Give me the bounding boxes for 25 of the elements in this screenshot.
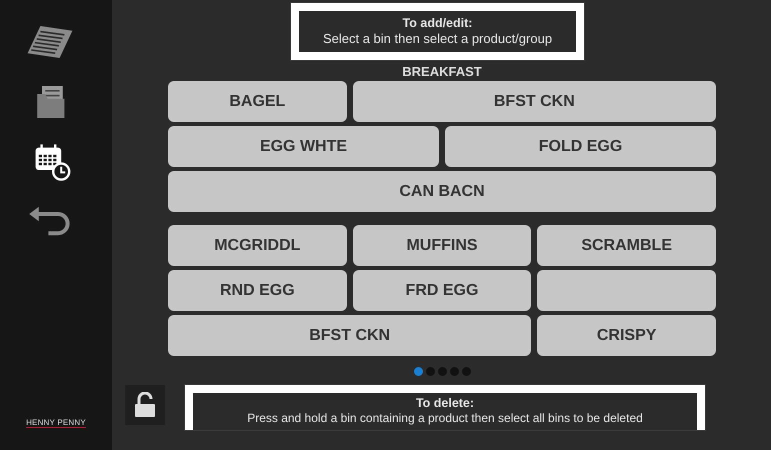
product-bin[interactable]: EGG WHTE (168, 126, 439, 167)
product-bin[interactable]: MUFFINS (352, 225, 532, 266)
product-bin[interactable]: SCRAMBLE (537, 225, 716, 266)
lock-button[interactable] (125, 385, 165, 425)
product-bin[interactable]: RND EGG (168, 270, 347, 311)
brand-logo: HENNY PENNY (26, 418, 86, 428)
instruction-title: To delete: (416, 396, 474, 411)
instruction-text: Select a bin then select a product/group (322, 31, 552, 47)
product-bin[interactable]: FOLD EGG (445, 126, 716, 167)
page-dot[interactable] (438, 367, 446, 376)
page-dot[interactable] (450, 367, 458, 376)
product-bin[interactable]: CAN BACN (168, 171, 716, 212)
instruction-text: Press and hold a bin containing a product then select all bins to be deleted (247, 411, 643, 426)
group-title: BREAKFAST (401, 64, 483, 81)
product-bin[interactable]: BFST CKN (168, 315, 532, 356)
instruction-title: To add/edit: (402, 15, 472, 31)
product-bin[interactable]: BFST CKN (352, 81, 716, 122)
page-dot[interactable] (426, 367, 434, 376)
unlocked-padlock-icon (134, 392, 156, 418)
product-bin[interactable]: CRISPY (537, 315, 716, 356)
product-bin[interactable]: BAGEL (168, 81, 347, 122)
product-bin[interactable]: MCGRIDDL (168, 225, 347, 266)
page-dot[interactable] (462, 367, 470, 376)
product-bin[interactable]: FRD EGG (352, 270, 532, 311)
page-dot[interactable] (414, 367, 422, 376)
